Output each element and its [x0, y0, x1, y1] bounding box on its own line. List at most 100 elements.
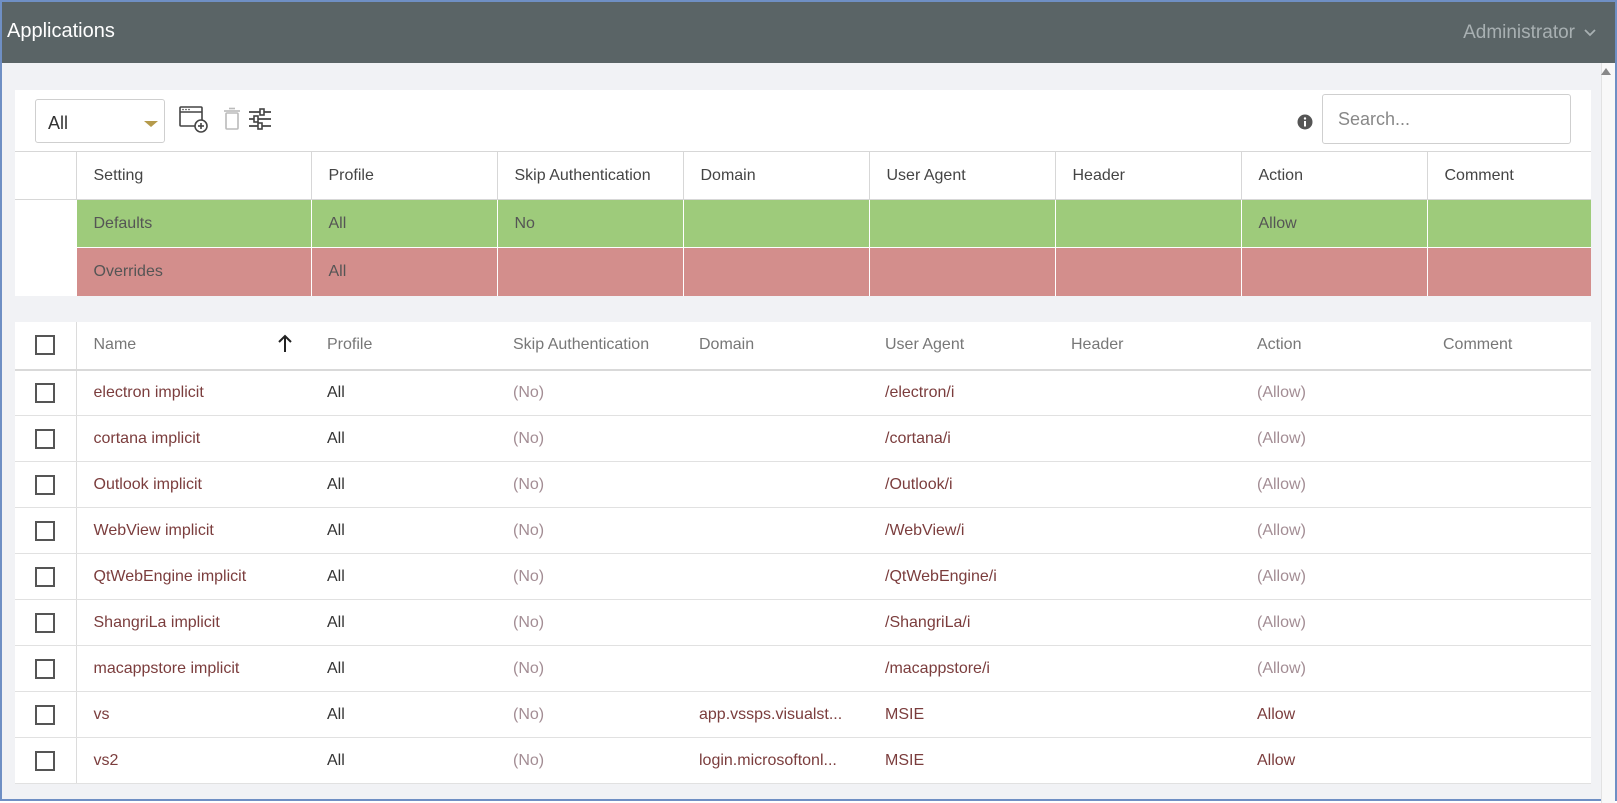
- cell-profile: All: [310, 599, 496, 646]
- cell-domain: [682, 247, 869, 296]
- cell-action: (Allow): [1240, 461, 1426, 508]
- delete-icon[interactable]: [217, 104, 247, 134]
- cell-profile: All: [310, 461, 496, 508]
- table-row[interactable]: electron implicit All (No) /electron/i (Allo…: [15, 369, 1591, 416]
- cell-skip-auth: (No): [496, 553, 682, 600]
- search-input[interactable]: [1322, 94, 1571, 144]
- cell-profile: All: [310, 737, 496, 784]
- table-row[interactable]: macappstore implicit All (No) /macappstore/…: [15, 645, 1591, 692]
- table-row[interactable]: WebView implicit All (No) /WebView/i (Allow): [15, 507, 1591, 554]
- column-header-user-agent[interactable]: User Agent: [868, 321, 1054, 371]
- table-row[interactable]: ShangriLa implicit All (No) /ShangriLa/i (Al…: [15, 599, 1591, 646]
- cell-profile: All: [310, 199, 497, 248]
- settings-sliders-icon[interactable]: [245, 104, 275, 134]
- column-header-profile[interactable]: Profile: [310, 151, 497, 200]
- toolbar: All: [15, 90, 1591, 151]
- profile-filter-select[interactable]: All: [35, 99, 165, 143]
- blank-header-cell: [15, 151, 76, 200]
- column-header-action[interactable]: Action: [1240, 321, 1426, 371]
- cell-user-agent: MSIE: [868, 737, 1054, 784]
- column-header-domain[interactable]: Domain: [682, 151, 869, 200]
- cell-user-agent: /QtWebEngine/i: [868, 553, 1054, 600]
- row-checkbox[interactable]: [35, 382, 56, 403]
- applications-header-row: Name Profile Skip Authentication Domain …: [15, 321, 1591, 371]
- row-select-cell: [15, 599, 77, 646]
- column-header-comment[interactable]: Comment: [1426, 151, 1591, 200]
- table-row[interactable]: QtWebEngine implicit All (No) /QtWebEngine/…: [15, 553, 1591, 600]
- applications-table-body: electron implicit All (No)/electron/i (Allo…: [15, 369, 1591, 784]
- cell-header: [1054, 247, 1241, 296]
- cell-name: ShangriLa implicit: [76, 599, 310, 646]
- row-checkbox[interactable]: [35, 566, 56, 587]
- row-checkbox[interactable]: [35, 750, 56, 771]
- cell-domain: [682, 369, 868, 416]
- cell-domain: [682, 461, 868, 508]
- cell-profile: All: [310, 553, 496, 600]
- cell-user-agent: /macappstore/i: [868, 645, 1054, 692]
- column-header-user-agent[interactable]: User Agent: [868, 151, 1055, 200]
- row-checkbox[interactable]: [35, 520, 56, 541]
- cell-skip-auth: (No): [496, 691, 682, 738]
- cell-header: [1054, 507, 1240, 554]
- cell-domain: [682, 553, 868, 600]
- table-row[interactable]: vs All (No) app.vssps.visualst... MSIE Allow: [15, 691, 1591, 738]
- table-row[interactable]: vs2 All (No) login.microsoftonl... MSIE Allow: [15, 737, 1591, 784]
- add-application-icon[interactable]: [178, 104, 208, 134]
- cell-header: [1054, 599, 1240, 646]
- column-header-comment[interactable]: Comment: [1426, 321, 1591, 371]
- cell-profile: All: [310, 415, 496, 462]
- cell-action: (Allow): [1240, 369, 1426, 416]
- row-checkbox[interactable]: [35, 658, 56, 679]
- cell-name: cortana implicit: [76, 415, 310, 462]
- column-header-skip-auth[interactable]: Skip Authentication: [496, 151, 683, 200]
- cell-header: [1054, 199, 1241, 248]
- overrides-row[interactable]: Overrides All: [15, 247, 1591, 296]
- cell-domain: [682, 507, 868, 554]
- row-select-cell: [15, 553, 77, 600]
- info-icon[interactable]: [1297, 114, 1313, 130]
- column-header-action[interactable]: Action: [1240, 151, 1427, 200]
- cell-setting: Overrides: [75, 247, 311, 296]
- select-all-checkbox[interactable]: [35, 335, 56, 355]
- column-header-profile[interactable]: Profile: [310, 321, 496, 371]
- column-header-header[interactable]: Header: [1054, 151, 1241, 200]
- blank-cell: [15, 199, 76, 248]
- cell-skip-auth: (No): [496, 461, 682, 508]
- cell-skip-auth: (No): [496, 369, 682, 416]
- cell-skip-auth: (No): [496, 599, 682, 646]
- table-row[interactable]: cortana implicit All (No) /cortana/i (Allow): [15, 415, 1591, 462]
- cell-header: [1054, 737, 1240, 784]
- cell-user-agent: /WebView/i: [868, 507, 1054, 554]
- cell-header: [1054, 553, 1240, 600]
- user-name: Administrator: [1463, 22, 1575, 43]
- row-checkbox[interactable]: [35, 474, 56, 495]
- cell-skip-auth: (No): [496, 507, 682, 554]
- cell-header: [1054, 415, 1240, 462]
- vertical-scrollbar[interactable]: [1601, 63, 1615, 803]
- cell-user-agent: /electron/i: [868, 369, 1054, 416]
- overrides-header-row: Setting Profile Skip Authentication Doma…: [15, 151, 1591, 200]
- column-header-name[interactable]: Name: [76, 321, 310, 371]
- cell-domain: [682, 415, 868, 462]
- user-menu[interactable]: Administrator: [1463, 22, 1597, 44]
- cell-profile: All: [310, 507, 496, 554]
- column-header-skip-auth[interactable]: Skip Authentication: [496, 321, 682, 371]
- sort-ascending-icon[interactable]: [277, 334, 293, 354]
- row-checkbox[interactable]: [35, 428, 56, 449]
- defaults-row[interactable]: Defaults All No Allow: [15, 199, 1591, 248]
- row-checkbox[interactable]: [35, 704, 56, 725]
- table-row[interactable]: Outlook implicit All (No) /Outlook/i (Allow): [15, 461, 1591, 508]
- row-select-cell: [15, 507, 77, 554]
- cell-profile: All: [310, 369, 496, 416]
- cell-profile: All: [310, 247, 497, 296]
- cell-skip-auth: (No): [496, 415, 682, 462]
- column-header-setting[interactable]: Setting: [75, 151, 311, 200]
- cell-comment: [1426, 369, 1591, 416]
- column-header-header[interactable]: Header: [1054, 321, 1240, 371]
- column-header-domain[interactable]: Domain: [682, 321, 868, 371]
- chevron-down-icon: [1584, 29, 1596, 37]
- scroll-up-arrow-icon[interactable]: [1601, 68, 1611, 75]
- row-checkbox[interactable]: [35, 612, 56, 633]
- cell-user-agent: /Outlook/i: [868, 461, 1054, 508]
- cell-action: (Allow): [1240, 415, 1426, 462]
